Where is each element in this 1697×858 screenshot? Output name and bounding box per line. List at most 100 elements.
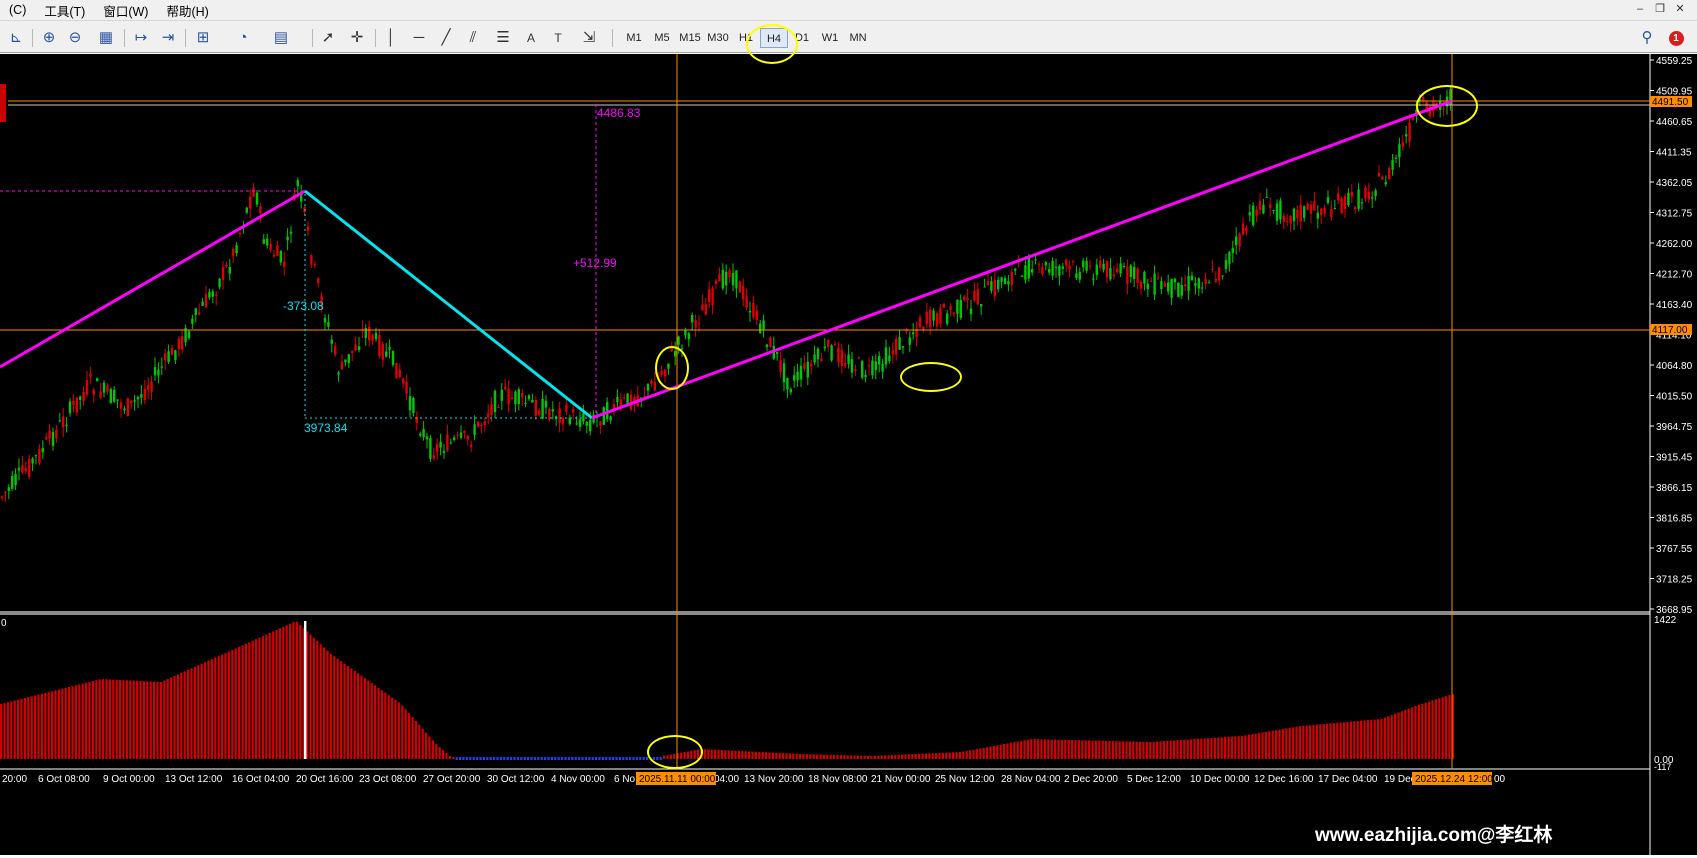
histogram-bar	[88, 681, 91, 759]
auto-scroll-icon[interactable]: ↦	[130, 28, 152, 48]
menu-item-c[interactable]: (C)	[0, 3, 35, 17]
zoom-in-icon[interactable]: ⊕	[38, 28, 60, 48]
timeframe-m30-button[interactable]: M30	[704, 28, 732, 48]
histogram-bar	[595, 757, 598, 760]
histogram-bar	[1434, 699, 1437, 759]
candle-body	[1051, 260, 1054, 276]
timeframe-m5-button[interactable]: M5	[648, 28, 676, 48]
histogram-bar	[1169, 740, 1172, 759]
histogram-bar	[846, 755, 849, 759]
trendline-drop[interactable]	[304, 189, 593, 420]
candle-body	[602, 407, 605, 425]
candle-body	[840, 349, 843, 366]
histogram-bar	[119, 679, 122, 759]
histogram-bar	[935, 753, 938, 759]
notifications-button[interactable]: 1	[1665, 28, 1687, 48]
chart-shift-icon[interactable]: ⇥	[157, 28, 179, 48]
indicators-icon[interactable]: ⊞	[192, 28, 214, 48]
candle-body	[714, 280, 718, 284]
panel-separator[interactable]	[0, 611, 1650, 615]
minimize-button[interactable]: –	[1631, 1, 1649, 17]
time-axis-label: 13 Nov 20:00	[744, 774, 804, 785]
tile-windows-icon[interactable]: ▦	[95, 28, 117, 48]
histogram-bar	[1009, 742, 1012, 759]
histogram-bar	[1098, 740, 1101, 759]
histogram-bar	[870, 755, 873, 759]
crosshair-icon[interactable]: ✛	[346, 28, 368, 48]
timeframe-m15-button[interactable]: M15	[676, 28, 704, 48]
vertical-line-icon[interactable]: │	[380, 28, 402, 48]
candle-body	[691, 315, 694, 323]
candle-body	[153, 367, 157, 376]
candle-body	[391, 350, 395, 366]
histogram-bar	[285, 625, 288, 759]
candle-body	[181, 336, 184, 350]
trendline-icon[interactable]: ╱	[435, 28, 457, 48]
histogram-bar	[1380, 718, 1383, 759]
cursor-icon[interactable]: ➚	[317, 28, 339, 48]
candle-body	[1085, 260, 1088, 271]
candle-body	[782, 363, 786, 383]
candle-body	[286, 236, 289, 241]
timeframe-m1-button[interactable]: M1	[620, 28, 648, 48]
zoom-out-icon[interactable]: ⊖	[64, 28, 86, 48]
histogram-bar	[336, 658, 339, 759]
candle-body	[721, 269, 724, 289]
timeframe-w1-button[interactable]: W1	[816, 28, 844, 48]
channel-icon[interactable]: ⫽	[462, 28, 484, 48]
chart-window[interactable]: 4486.83 +512.99 -373.08 3973.84 4559.25 4…	[0, 54, 1697, 855]
histogram-bar	[629, 757, 632, 760]
timeframe-mn-button[interactable]: MN	[844, 28, 872, 48]
restore-button[interactable]: ❐	[1651, 1, 1669, 17]
candle-body	[1228, 252, 1231, 264]
histogram-bar	[370, 683, 373, 759]
histogram-bar	[411, 717, 414, 759]
candle-body	[147, 385, 150, 390]
histogram-bar	[428, 736, 431, 759]
histogram-bar	[1397, 712, 1400, 759]
trendline-rise-right[interactable]	[591, 99, 1453, 420]
arrows-icon[interactable]: ⇲	[578, 28, 600, 48]
candle-body	[1204, 279, 1207, 284]
candle-body	[578, 419, 582, 427]
chart-bars-icon[interactable]: ⊾	[5, 28, 27, 48]
close-button[interactable]: ✕	[1671, 1, 1689, 17]
horizontal-line-icon[interactable]: ─	[408, 28, 430, 48]
price-tick-label: 4262.00	[1656, 239, 1693, 250]
templates-icon[interactable]: ▤	[270, 28, 292, 48]
trendline-rise-left[interactable]	[0, 189, 306, 369]
candle-body	[395, 362, 398, 379]
candle-body	[11, 475, 14, 489]
fibonacci-icon[interactable]: ☰	[492, 28, 514, 48]
candle-body	[769, 337, 772, 347]
candle-body	[483, 421, 486, 425]
text-icon[interactable]: A	[520, 28, 542, 48]
menu-item-tools[interactable]: 工具(T)	[35, 1, 94, 20]
candle-body	[1197, 278, 1200, 289]
candle-body	[68, 401, 72, 414]
histogram-bar	[1105, 740, 1108, 759]
candle-body	[827, 340, 830, 348]
candle-body	[1381, 176, 1384, 180]
candle-body	[232, 248, 235, 256]
candle-body	[204, 294, 208, 308]
current-price-tag: 4491.50	[1652, 97, 1689, 108]
histogram-bar	[1281, 729, 1284, 759]
histogram-bar	[1268, 731, 1271, 759]
menu-item-window[interactable]: 窗口(W)	[94, 1, 157, 20]
histogram-bar	[176, 674, 179, 759]
text-label-icon[interactable]: T	[547, 28, 569, 48]
candle-body	[694, 320, 697, 328]
histogram-bar	[1108, 740, 1111, 759]
time-axis-label: 20:00	[2, 774, 27, 785]
histogram-bar	[1302, 725, 1305, 759]
candle-body	[310, 255, 313, 265]
menu-item-help[interactable]: 帮助(H)	[157, 1, 217, 20]
time-axis-label: 25 Nov 12:00	[935, 774, 995, 785]
periods-clock-icon[interactable]: ◔	[232, 28, 254, 48]
search-icon[interactable]: ⚲	[1636, 28, 1658, 48]
candle-body	[820, 358, 823, 362]
candle-body	[449, 442, 452, 444]
candle-body	[306, 226, 310, 231]
price-tick-label: 4163.40	[1656, 300, 1693, 311]
